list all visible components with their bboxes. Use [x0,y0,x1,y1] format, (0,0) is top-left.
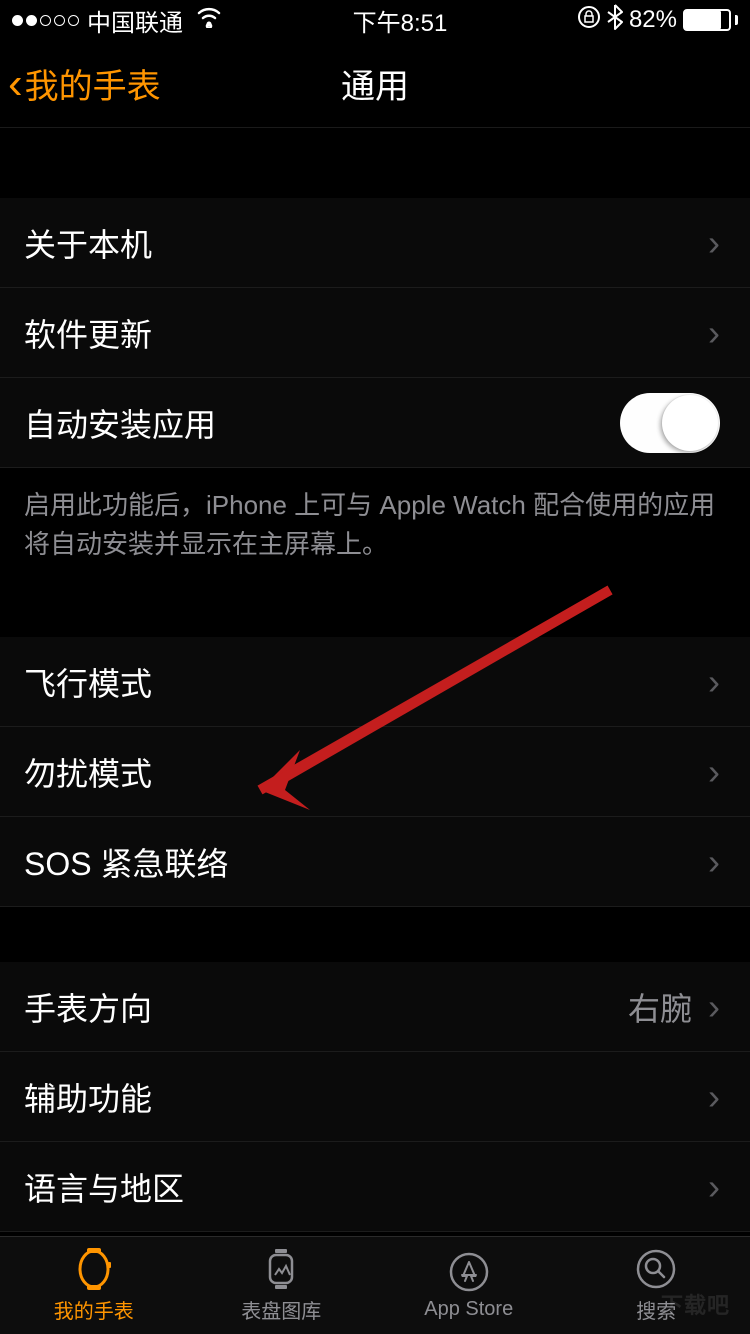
row-label: 辅助功能 [24,1074,708,1120]
row-value: 右腕 [628,984,692,1030]
settings-list: 关于本机 › 软件更新 › 自动安装应用 启用此功能后，iPhone 上可与 A… [0,128,750,1232]
row-do-not-disturb[interactable]: 勿扰模式 › [0,727,750,817]
row-accessibility[interactable]: 辅助功能 › [0,1052,750,1142]
row-label: 自动安装应用 [24,400,620,446]
row-language-region[interactable]: 语言与地区 › [0,1142,750,1232]
chevron-right-icon: › [708,986,720,1028]
row-sos-emergency[interactable]: SOS 紧急联络 › [0,817,750,907]
row-label: 飞行模式 [24,659,708,705]
row-label: 软件更新 [24,310,708,356]
battery-pct-label: 82% [629,6,677,34]
watermark: 下载吧 [661,1288,730,1320]
status-left: 中国联通 [12,3,223,38]
search-icon [635,1247,677,1291]
row-auto-install[interactable]: 自动安装应用 [0,378,750,468]
nav-bar: ‹ 我的手表 通用 [0,40,750,128]
auto-install-footer: 启用此功能后，iPhone 上可与 Apple Watch 配合使用的应用将自动… [0,468,750,582]
row-label: SOS 紧急联络 [24,839,708,885]
chevron-right-icon: › [708,1076,720,1118]
tab-label: 我的手表 [54,1295,134,1324]
row-label: 语言与地区 [24,1164,708,1210]
status-bar: 中国联通 下午8:51 82% [0,0,750,40]
back-button[interactable]: ‹ 我的手表 [0,59,161,108]
chevron-left-icon: ‹ [8,62,23,106]
watch-icon [75,1247,113,1291]
signal-strength-icon [12,15,79,26]
row-watch-orientation[interactable]: 手表方向 右腕 › [0,962,750,1052]
tab-app-store[interactable]: App Store [375,1237,563,1334]
battery-icon [683,9,738,31]
status-right: 82% [577,4,738,37]
auto-install-toggle[interactable] [620,393,720,453]
chevron-right-icon: › [708,841,720,883]
page-title: 通用 [341,59,409,108]
row-about[interactable]: 关于本机 › [0,198,750,288]
chevron-right-icon: › [708,222,720,264]
chevron-right-icon: › [708,661,720,703]
bluetooth-icon [607,4,623,37]
wifi-icon [195,6,223,35]
back-label: 我的手表 [25,59,161,108]
row-label: 手表方向 [24,984,628,1030]
tab-bar: 我的手表 表盘图库 App Store 搜索 下载吧 [0,1236,750,1334]
row-software-update[interactable]: 软件更新 › [0,288,750,378]
row-label: 勿扰模式 [24,749,708,795]
row-label: 关于本机 [24,220,708,266]
tab-face-gallery[interactable]: 表盘图库 [188,1237,376,1334]
carrier-label: 中国联通 [87,3,183,38]
app-store-icon [448,1250,490,1294]
tab-label: 表盘图库 [241,1295,321,1324]
row-airplane-mode[interactable]: 飞行模式 › [0,637,750,727]
tab-label: App Store [424,1298,513,1321]
chevron-right-icon: › [708,312,720,354]
chevron-right-icon: › [708,751,720,793]
orientation-lock-icon [577,5,601,36]
clock-label: 下午8:51 [353,3,448,38]
tab-my-watch[interactable]: 我的手表 [0,1237,188,1334]
chevron-right-icon: › [708,1166,720,1208]
face-gallery-icon [262,1247,300,1291]
